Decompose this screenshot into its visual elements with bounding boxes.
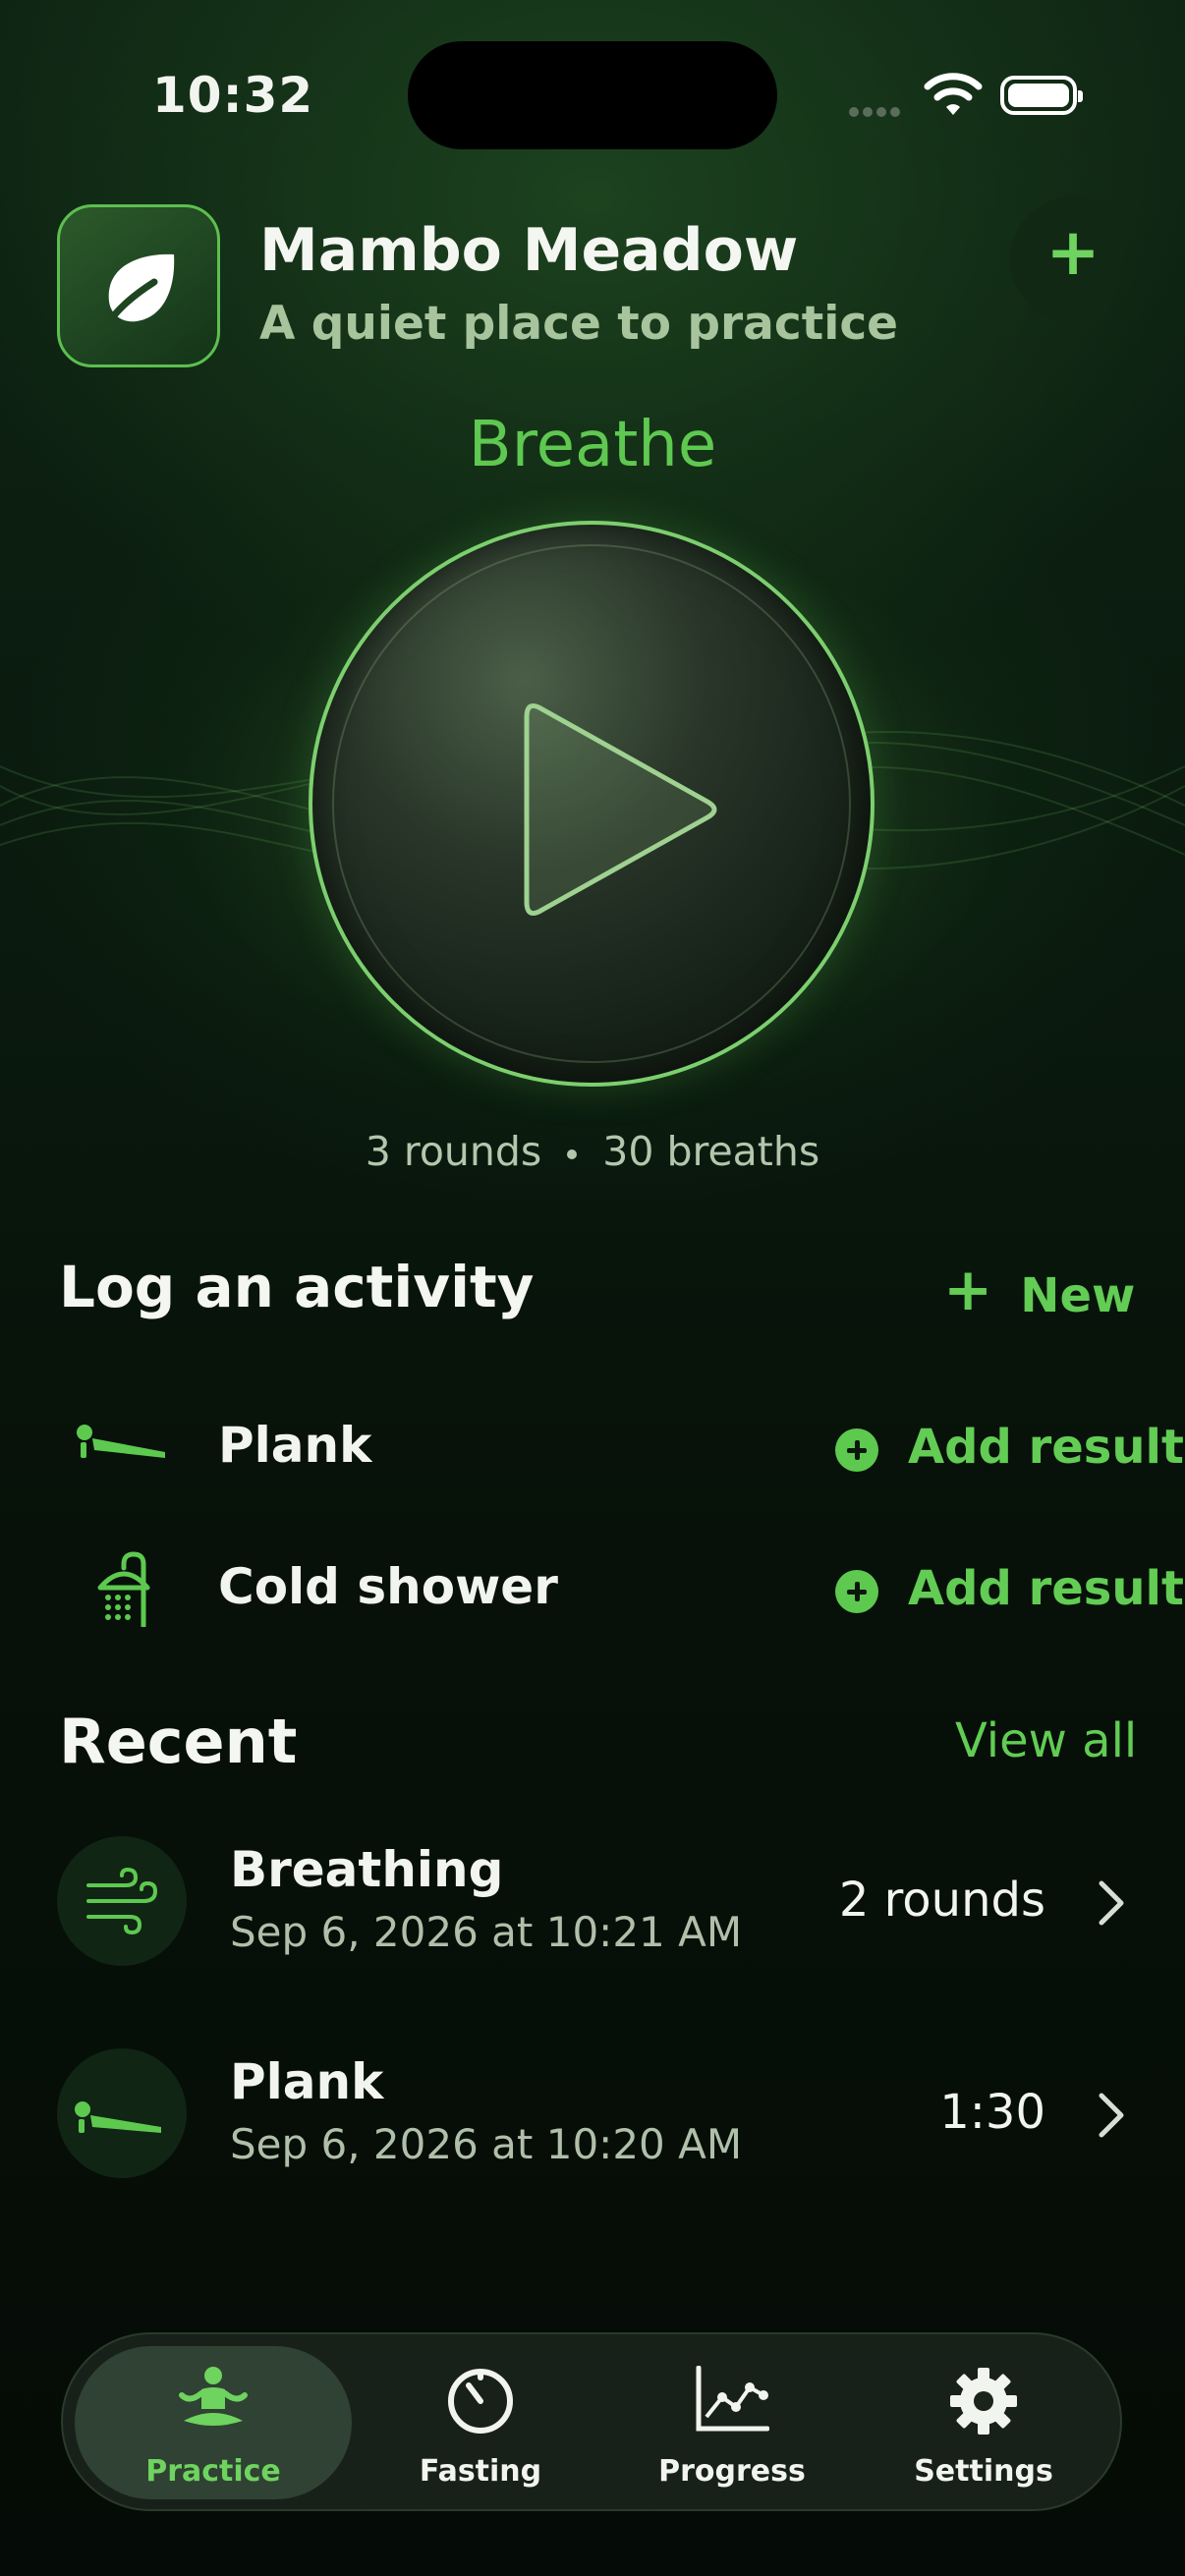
dynamic-island — [408, 41, 777, 149]
activity-label: Cold shower — [218, 1558, 558, 1615]
tab-fasting[interactable]: Fasting — [358, 2346, 603, 2499]
wifi-icon — [924, 73, 983, 115]
plank-icon — [77, 1425, 165, 1458]
recent-heading: Recent — [59, 1706, 298, 1777]
recent-title: Breathing — [230, 1841, 504, 1898]
new-activity-button[interactable]: + New — [943, 1256, 1135, 1326]
timer-icon — [448, 2369, 513, 2434]
tab-label: Practice — [145, 2454, 281, 2489]
activity-label: Plank — [218, 1417, 372, 1474]
chart-icon — [696, 2366, 769, 2432]
shower-icon — [97, 1551, 150, 1627]
breathe-play-button[interactable] — [309, 521, 875, 1087]
status-time: 10:32 — [152, 67, 314, 124]
tab-progress[interactable]: Progress — [609, 2346, 855, 2499]
log-activity-heading: Log an activity — [59, 1254, 535, 1320]
tab-label: Settings — [914, 2454, 1053, 2489]
plus-circle-icon — [835, 1428, 878, 1472]
breathe-title: Breathe — [468, 409, 717, 481]
leaf-icon — [101, 253, 175, 331]
app-logo — [57, 204, 220, 367]
app-title: Mambo Meadow — [259, 216, 799, 285]
tab-practice[interactable]: Practice — [75, 2346, 352, 2499]
tab-settings[interactable]: Settings — [861, 2346, 1106, 2499]
recent-row[interactable]: Breathing Sep 6, 2026 at 10:21 AM 2 roun… — [0, 1827, 1185, 1975]
plus-icon: + — [1045, 214, 1100, 290]
plus-icon: + — [943, 1256, 993, 1324]
recent-date: Sep 6, 2026 at 10:21 AM — [230, 1908, 743, 1956]
recent-icon-badge — [57, 1836, 187, 1966]
recent-icon-badge — [57, 2048, 187, 2178]
breaths-count: 30 breaths — [602, 1128, 820, 1175]
add-result-button[interactable]: Add result — [835, 1561, 1184, 1616]
battery-icon — [1000, 76, 1083, 115]
view-all-link[interactable]: View all — [955, 1713, 1137, 1768]
rounds-count: 3 rounds — [365, 1128, 542, 1175]
recent-value: 2 rounds — [838, 1873, 1045, 1928]
app-subtitle: A quiet place to practice — [259, 297, 899, 351]
tab-label: Fasting — [419, 2454, 542, 2489]
plank-icon — [75, 2101, 161, 2133]
gear-icon — [950, 2368, 1017, 2435]
recent-row[interactable]: Plank Sep 6, 2026 at 10:20 AM 1:30 — [0, 2040, 1185, 2187]
plus-circle-icon — [835, 1570, 878, 1613]
chevron-right-icon — [1099, 1880, 1124, 1926]
tab-label: Progress — [658, 2454, 806, 2489]
recent-date: Sep 6, 2026 at 10:20 AM — [230, 2120, 743, 2168]
recent-value: 1:30 — [939, 2085, 1045, 2140]
recent-title: Plank — [230, 2053, 384, 2110]
play-icon — [524, 702, 717, 917]
add-button[interactable]: + — [1010, 196, 1136, 322]
tab-bar: Practice Fasting Progress Settings — [61, 2332, 1122, 2511]
add-result-button[interactable]: Add result — [835, 1420, 1184, 1475]
cellular-signal-icon — [849, 102, 904, 121]
breathe-summary: 3 rounds 30 breaths — [0, 1128, 1185, 1175]
meditation-icon — [179, 2367, 248, 2426]
wind-icon — [86, 1867, 158, 1935]
chevron-right-icon — [1099, 2093, 1124, 2138]
separator-dot — [567, 1149, 578, 1159]
